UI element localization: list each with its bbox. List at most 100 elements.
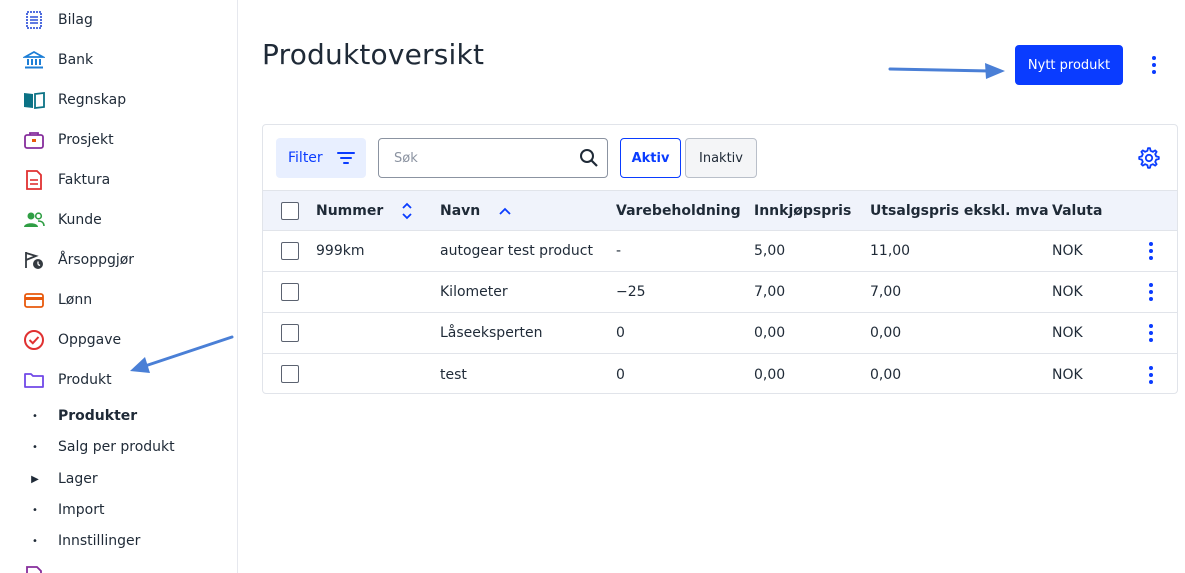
sidebar-item-bank[interactable]: Bank xyxy=(0,40,237,80)
sidebar-item-label: Produkt xyxy=(58,372,112,388)
sidebar-subitem-lager[interactable]: ▶ Lager xyxy=(0,465,237,493)
sidebar-subitem-import[interactable]: • Import xyxy=(0,496,237,524)
new-product-button[interactable]: Nytt produkt xyxy=(1015,45,1123,85)
sidebar-item-lonn[interactable]: Lønn xyxy=(0,280,237,320)
cell-stock: 0 xyxy=(616,325,625,341)
sort-updown-icon[interactable] xyxy=(401,201,413,221)
app-root: Bilag Bank Regnskap Prosjekt Faktura Kun… xyxy=(0,0,1185,573)
column-header-number[interactable]: Nummer xyxy=(316,191,413,230)
more-options-icon[interactable] xyxy=(1144,52,1164,78)
cell-name: test xyxy=(440,366,467,383)
column-header-sale-price[interactable]: Utsalgspris ekskl. mva xyxy=(870,191,1049,230)
cell-purchase-price: 7,00 xyxy=(754,284,786,300)
search-icon[interactable] xyxy=(571,148,607,168)
bullet-icon: • xyxy=(32,504,38,516)
inaktiv-toggle[interactable]: Inaktiv xyxy=(685,138,757,178)
sidebar-item-kunde[interactable]: Kunde xyxy=(0,200,237,240)
cell-currency: NOK xyxy=(1052,243,1083,259)
bullet-icon: • xyxy=(32,441,38,453)
invoice-icon xyxy=(23,169,45,191)
sidebar-subitem-innstillinger[interactable]: • Innstillinger xyxy=(0,527,237,555)
table-row[interactable]: test 0 0,00 0,00 NOK xyxy=(263,354,1177,395)
sidebar-subitem-produkter[interactable]: • Produkter xyxy=(0,402,237,430)
row-checkbox[interactable] xyxy=(281,242,299,260)
gear-icon[interactable] xyxy=(1137,146,1161,170)
sidebar-subitem-label: Innstillinger xyxy=(58,533,141,549)
sidebar-item-faktura[interactable]: Faktura xyxy=(0,160,237,200)
sidebar-item-label: Faktura xyxy=(58,172,111,188)
search-box xyxy=(378,138,608,178)
column-header-label: Navn xyxy=(440,202,481,219)
book-icon xyxy=(23,89,45,111)
cell-sale-price: 0,00 xyxy=(870,366,902,383)
cell-currency: NOK xyxy=(1052,366,1083,383)
row-checkbox[interactable] xyxy=(281,324,299,342)
sidebar-item-label: Regnskap xyxy=(58,92,127,108)
select-all-checkbox[interactable] xyxy=(281,202,299,220)
cell-number: 999km xyxy=(316,243,365,259)
filter-icon xyxy=(336,152,355,164)
sidebar-item-label: Oppgave xyxy=(58,332,122,348)
cell-sale-price: 7,00 xyxy=(870,284,902,300)
cell-purchase-price: 0,00 xyxy=(754,325,786,341)
column-header-currency[interactable]: Valuta xyxy=(1052,191,1102,230)
row-checkbox[interactable] xyxy=(281,283,299,301)
cell-stock: 0 xyxy=(616,366,625,383)
column-header-name[interactable]: Navn xyxy=(440,191,512,230)
cell-name: Kilometer xyxy=(440,284,508,300)
search-input[interactable] xyxy=(379,139,571,177)
table-row[interactable]: 999km autogear test product - 5,00 11,00… xyxy=(263,231,1177,272)
table-row[interactable]: Låseeksperten 0 0,00 0,00 NOK xyxy=(263,313,1177,354)
column-header-purchase-price[interactable]: Innkjøpspris xyxy=(754,191,851,230)
cell-purchase-price: 0,00 xyxy=(754,366,786,383)
cell-sale-price: 0,00 xyxy=(870,325,902,341)
sidebar-subitem-salg-per-produkt[interactable]: • Salg per produkt xyxy=(0,433,237,461)
sidebar-item-arsoppgjor[interactable]: Årsoppgjør xyxy=(0,240,237,280)
table-header: Nummer Navn Varebeholdning Innkjøpspris … xyxy=(263,190,1177,231)
cell-sale-price: 11,00 xyxy=(870,243,911,259)
folder-icon xyxy=(23,369,45,391)
sidebar-item-regnskap[interactable]: Regnskap xyxy=(0,80,237,120)
document-icon xyxy=(23,565,45,573)
sidebar-subitem-label: Produkter xyxy=(58,408,138,424)
cell-purchase-price: 5,00 xyxy=(754,243,786,259)
bank-icon xyxy=(23,49,45,71)
sidebar-item-bilag[interactable]: Bilag xyxy=(0,0,237,40)
cell-stock: −25 xyxy=(616,284,646,300)
row-menu-icon[interactable] xyxy=(1141,313,1161,353)
cell-name: autogear test product xyxy=(440,243,593,259)
filter-label: Filter xyxy=(288,150,323,166)
sidebar-subitem-label: Lager xyxy=(58,471,98,487)
check-circle-icon xyxy=(23,329,45,351)
sidebar: Bilag Bank Regnskap Prosjekt Faktura Kun… xyxy=(0,0,238,573)
aktiv-toggle[interactable]: Aktiv xyxy=(620,138,681,178)
bullet-icon: • xyxy=(32,535,38,547)
bullet-icon: • xyxy=(32,410,38,422)
column-header-label: Nummer xyxy=(316,202,384,219)
people-icon xyxy=(23,209,45,231)
sort-ascending-icon[interactable] xyxy=(498,206,512,216)
sidebar-item-label: Bank xyxy=(58,52,94,68)
sidebar-item-prosjekt[interactable]: Prosjekt xyxy=(0,120,237,160)
sidebar-subitem-label: Import xyxy=(58,502,105,518)
page-title: Produktoversikt xyxy=(262,38,485,71)
row-checkbox[interactable] xyxy=(281,365,299,383)
cell-name: Låseeksperten xyxy=(440,325,543,341)
sidebar-item-partial[interactable] xyxy=(0,556,237,573)
briefcase-icon xyxy=(23,129,45,151)
cell-currency: NOK xyxy=(1052,325,1083,341)
column-header-stock[interactable]: Varebeholdning xyxy=(616,191,741,230)
row-menu-icon[interactable] xyxy=(1141,272,1161,312)
sidebar-item-produkt[interactable]: Produkt xyxy=(0,360,237,400)
row-menu-icon[interactable] xyxy=(1141,231,1161,271)
sidebar-item-oppgave[interactable]: Oppgave xyxy=(0,320,237,360)
sidebar-item-label: Prosjekt xyxy=(58,132,114,148)
filter-button[interactable]: Filter xyxy=(276,138,366,178)
sidebar-item-label: Kunde xyxy=(58,212,102,228)
table-row[interactable]: Kilometer −25 7,00 7,00 NOK xyxy=(263,272,1177,313)
cell-currency: NOK xyxy=(1052,284,1083,300)
sidebar-subitem-label: Salg per produkt xyxy=(58,439,175,455)
row-menu-icon[interactable] xyxy=(1141,354,1161,395)
sidebar-item-label: Årsoppgjør xyxy=(58,252,135,268)
annotation-arrow-new-product xyxy=(888,63,1005,79)
